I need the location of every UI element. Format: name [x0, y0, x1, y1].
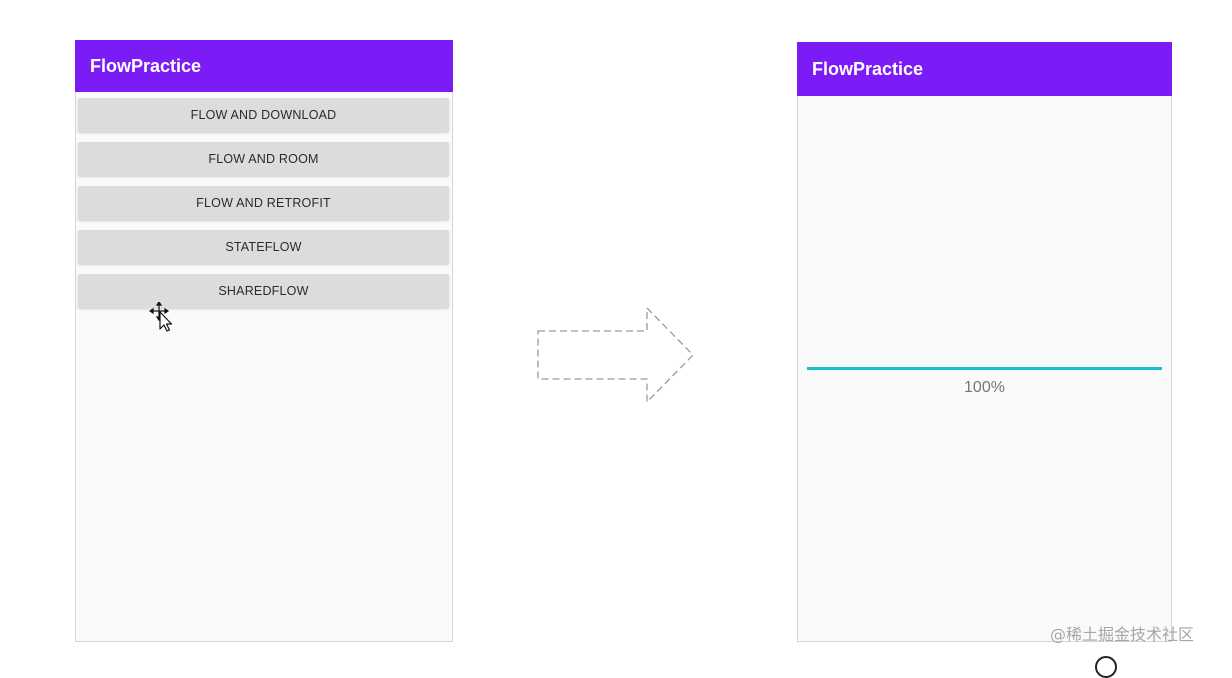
left-phone-screen: FlowPractice FLOW AND DOWNLOAD FLOW AND …: [75, 40, 453, 642]
dashed-right-arrow-icon: [537, 306, 694, 404]
button-list: FLOW AND DOWNLOAD FLOW AND ROOM FLOW AND…: [78, 98, 449, 318]
move-cursor-icon: [149, 302, 173, 332]
sharedflow-button[interactable]: SHAREDFLOW: [78, 274, 449, 308]
progress-percentage-text: 100%: [964, 379, 1005, 396]
app-bar-title: FlowPractice: [75, 40, 453, 92]
progress-bar-fill: [807, 367, 1162, 370]
flow-and-retrofit-button[interactable]: FLOW AND RETROFIT: [78, 186, 449, 220]
flow-and-download-button[interactable]: FLOW AND DOWNLOAD: [78, 98, 449, 132]
stateflow-button[interactable]: STATEFLOW: [78, 230, 449, 264]
app-bar-title: FlowPractice: [797, 42, 1172, 96]
watermark-text: @稀土掘金技术社区: [1050, 625, 1195, 644]
flow-and-room-button[interactable]: FLOW AND ROOM: [78, 142, 449, 176]
corner-circle-icon: [1095, 656, 1117, 678]
download-progress-bar: [807, 367, 1162, 370]
right-phone-screen: FlowPractice 100%: [797, 42, 1172, 642]
